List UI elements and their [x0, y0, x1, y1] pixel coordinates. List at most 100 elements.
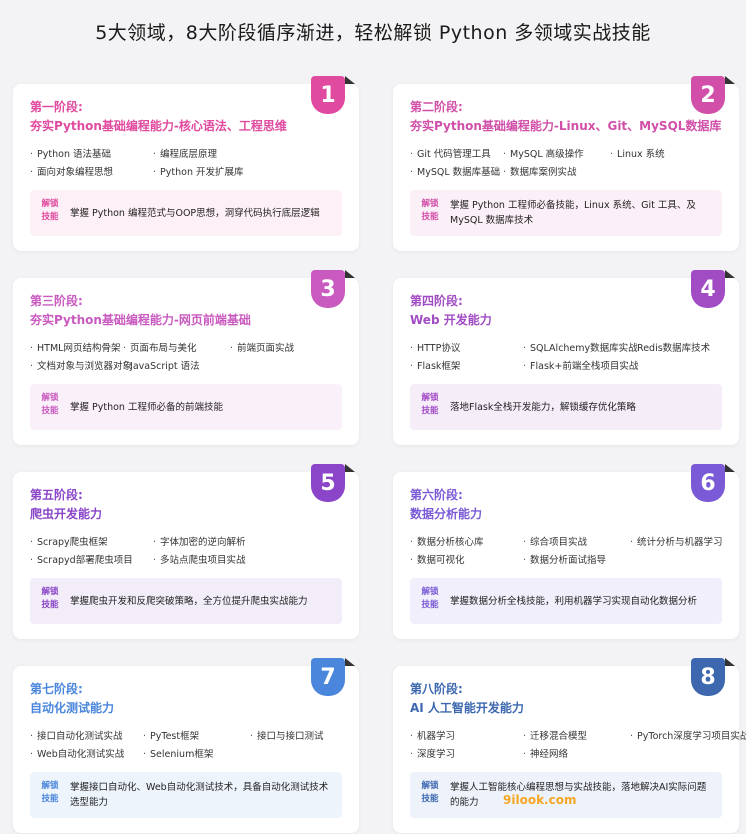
badge-fold [725, 76, 735, 84]
topic-row: Git 代码管理工具 MySQL 高级操作 Linux 系统 [410, 146, 730, 164]
topic-row: Scrapy爬虫框架 字体加密的逆向解析 [30, 534, 350, 552]
badge-fold [345, 270, 355, 278]
topic-item: 文档对象与浏览器对象 [30, 358, 132, 372]
topic-list: 机器学习 迁移混合模型 PyTorch深度学习项目实战深度学习 神经网络 [410, 728, 746, 764]
stage-number-badge: 7 [311, 658, 345, 696]
topic-row: 数据分析核心库 综合项目实战 统计分析与机器学习 [410, 534, 730, 552]
unlock-label: 解锁技能 [41, 199, 59, 222]
unlock-label: 解锁技能 [421, 393, 439, 416]
topic-row: 深度学习 神经网络 [410, 746, 730, 764]
topic-item: PyTorch深度学习项目实战 [630, 728, 746, 742]
topic-item: JavaScript 语法 [123, 358, 200, 372]
topic-item: 多站点爬虫项目实战 [153, 552, 246, 566]
stage-card-7: 7 第七阶段: 自动化测试能力接口自动化测试实战 PyTest框架 接口与接口测试 Web… [13, 658, 359, 833]
topic-list: HTTP协议SQLAlchemy数据库实战Redis数据库技术Flask框架Fl… [410, 340, 730, 376]
topic-item: Selenium框架 [143, 746, 213, 760]
stage-heading: 数据分析能力 [410, 507, 483, 521]
stage-number-badge: 8 [691, 658, 725, 696]
topic-row: HTML网页结构骨架页面布局与美化 前端页面实战 [30, 340, 350, 358]
topic-row: 接口自动化测试实战 PyTest框架 接口与接口测试 [30, 728, 350, 746]
stage-number-badge: 6 [691, 464, 725, 502]
unlock-text: 掌握爬虫开发和反爬突破策略，全方位提升爬虫实战能力 [70, 595, 308, 607]
unlock-text: 掌握 Python 工程师必备的前端技能 [70, 401, 223, 413]
unlock-description: 掌握 Python 编程范式与OOP思想，洞穿代码执行底层逻辑 [70, 190, 334, 236]
stage-heading: 夯实Python基础编程能力-Linux、Git、MySQL数据库 [410, 119, 722, 133]
topic-item: 深度学习 [410, 746, 455, 760]
topic-item: 数据分析面试指导 [523, 552, 606, 566]
topic-item: 接口自动化测试实战 [30, 728, 123, 742]
topic-row: 数据可视化 数据分析面试指导 [410, 552, 730, 570]
unlock-description: 掌握 Python 工程师必备技能，Linux 系统、Git 工具、及 MySQ… [450, 190, 714, 236]
unlock-label: 解锁技能 [421, 781, 439, 804]
unlock-label: 解锁技能 [421, 587, 439, 610]
stage-heading: 自动化测试能力 [30, 701, 115, 715]
topic-item: Python 开发扩展库 [153, 164, 243, 178]
topic-item: 机器学习 [410, 728, 455, 742]
topic-list: 数据分析核心库 综合项目实战 统计分析与机器学习数据可视化 数据分析面试指导 [410, 534, 730, 570]
stage-heading: Web 开发能力 [410, 313, 492, 327]
topic-item: 迁移混合模型 [523, 728, 587, 742]
unlock-text: 掌握人工智能核心编程思想与实战技能，落地解决AI实际问题的能力 [450, 782, 707, 808]
stage-heading: 夯实Python基础编程能力-核心语法、工程思维 [30, 119, 287, 133]
topic-row: 面向对象编程思想 Python 开发扩展库 [30, 164, 350, 182]
stage-number-badge: 2 [691, 76, 725, 114]
stage-card-3: 3 第三阶段: 夯实Python基础编程能力-网页前端基础 HTML网页结构骨架页面布… [13, 270, 359, 445]
unlock-description: 掌握人工智能核心编程思想与实战技能，落地解决AI实际问题的能力 [450, 772, 714, 818]
topic-list: 接口自动化测试实战 PyTest框架 接口与接口测试 Web自动化测试实战 Seleni… [30, 728, 350, 764]
unlock-skill-box: 解锁技能 掌握 Python 编程范式与OOP思想，洞穿代码执行底层逻辑 [30, 190, 342, 236]
topic-item: Python 语法基础 [30, 146, 111, 160]
unlock-label: 解锁技能 [41, 587, 59, 610]
topic-item: 编程底层原理 [153, 146, 217, 160]
topic-list: Git 代码管理工具 MySQL 高级操作 Linux 系统 MySQL 数据库基础数… [410, 146, 730, 182]
badge-fold [345, 464, 355, 472]
stage-heading: 夯实Python基础编程能力-网页前端基础 [30, 313, 251, 327]
topic-item: SQLAlchemy数据库实战 [523, 340, 638, 354]
stage-number-badge: 4 [691, 270, 725, 308]
topic-item: 数据可视化 [410, 552, 465, 566]
watermark: 9ilook.com [503, 793, 577, 807]
stage-card-5: 5 第五阶段: 爬虫开发能力 Scrapy爬虫框架 字体加密的逆向解析 Scrapyd部署… [13, 464, 359, 639]
topic-item: 页面布局与美化 [123, 340, 197, 354]
topic-row: MySQL 数据库基础数据库案例实战 [410, 164, 730, 182]
unlock-text: 掌握接口自动化、Web自动化测试技术，具备自动化测试技术选型能力 [70, 782, 329, 808]
unlock-skill-box: 解锁技能 掌握 Python 工程师必备技能，Linux 系统、Git 工具、及 … [410, 190, 722, 236]
stage-label: 第四阶段: [410, 294, 463, 308]
unlock-skill-box: 解锁技能 落地Flask全栈开发能力，解锁缓存优化策略 [410, 384, 722, 430]
topic-item: Scrapyd部署爬虫项目 [30, 552, 133, 566]
badge-fold [725, 464, 735, 472]
topic-item: 接口与接口测试 [250, 728, 324, 742]
topic-item: 字体加密的逆向解析 [153, 534, 246, 548]
topic-item: Flask+前端全栈项目实战 [523, 358, 638, 372]
topic-item: 数据库案例实战 [503, 164, 577, 178]
unlock-description: 掌握爬虫开发和反爬突破策略，全方位提升爬虫实战能力 [70, 578, 334, 624]
stage-label: 第一阶段: [30, 100, 83, 114]
topic-row: HTTP协议 SQLAlchemy数据库实战Redis数据库技术 [410, 340, 730, 358]
topic-item: Flask框架 [410, 358, 460, 372]
topic-item: Web自动化测试实战 [30, 746, 124, 760]
topic-item: 数据分析核心库 [410, 534, 484, 548]
unlock-label: 解锁技能 [41, 393, 59, 416]
topic-item: 统计分析与机器学习 [630, 534, 723, 548]
topic-row: Flask框架 Flask+前端全栈项目实战 [410, 358, 730, 376]
unlock-description: 落地Flask全栈开发能力，解锁缓存优化策略 [450, 384, 714, 430]
unlock-skill-box: 解锁技能 掌握爬虫开发和反爬突破策略，全方位提升爬虫实战能力 [30, 578, 342, 624]
badge-fold [345, 658, 355, 666]
topic-item: 面向对象编程思想 [30, 164, 113, 178]
unlock-label: 解锁技能 [421, 199, 439, 222]
topic-item: Git 代码管理工具 [410, 146, 491, 160]
topic-item: MySQL 数据库基础 [410, 164, 500, 178]
stage-label: 第二阶段: [410, 100, 463, 114]
badge-fold [725, 658, 735, 666]
stage-heading: 爬虫开发能力 [30, 507, 103, 521]
topic-item: MySQL 高级操作 [503, 146, 584, 160]
unlock-skill-box: 解锁技能 掌握 Python 工程师必备的前端技能 [30, 384, 342, 430]
stage-number-badge: 3 [311, 270, 345, 308]
stage-heading: AI 人工智能开发能力 [410, 701, 524, 715]
stage-number-badge: 1 [311, 76, 345, 114]
stage-card-2: 2 第二阶段: 夯实Python基础编程能力-Linux、Git、MySQL数据库 G… [393, 76, 739, 251]
topic-list: Scrapy爬虫框架 字体加密的逆向解析 Scrapyd部署爬虫项目 多站点爬虫项目实… [30, 534, 350, 570]
stage-label: 第七阶段: [30, 682, 83, 696]
topic-item: HTML网页结构骨架 [30, 340, 120, 354]
topic-list: HTML网页结构骨架页面布局与美化 前端页面实战文档对象与浏览器对象JavaScr… [30, 340, 350, 376]
unlock-text: 掌握数据分析全栈技能，利用机器学习实现自动化数据分析 [450, 595, 698, 607]
